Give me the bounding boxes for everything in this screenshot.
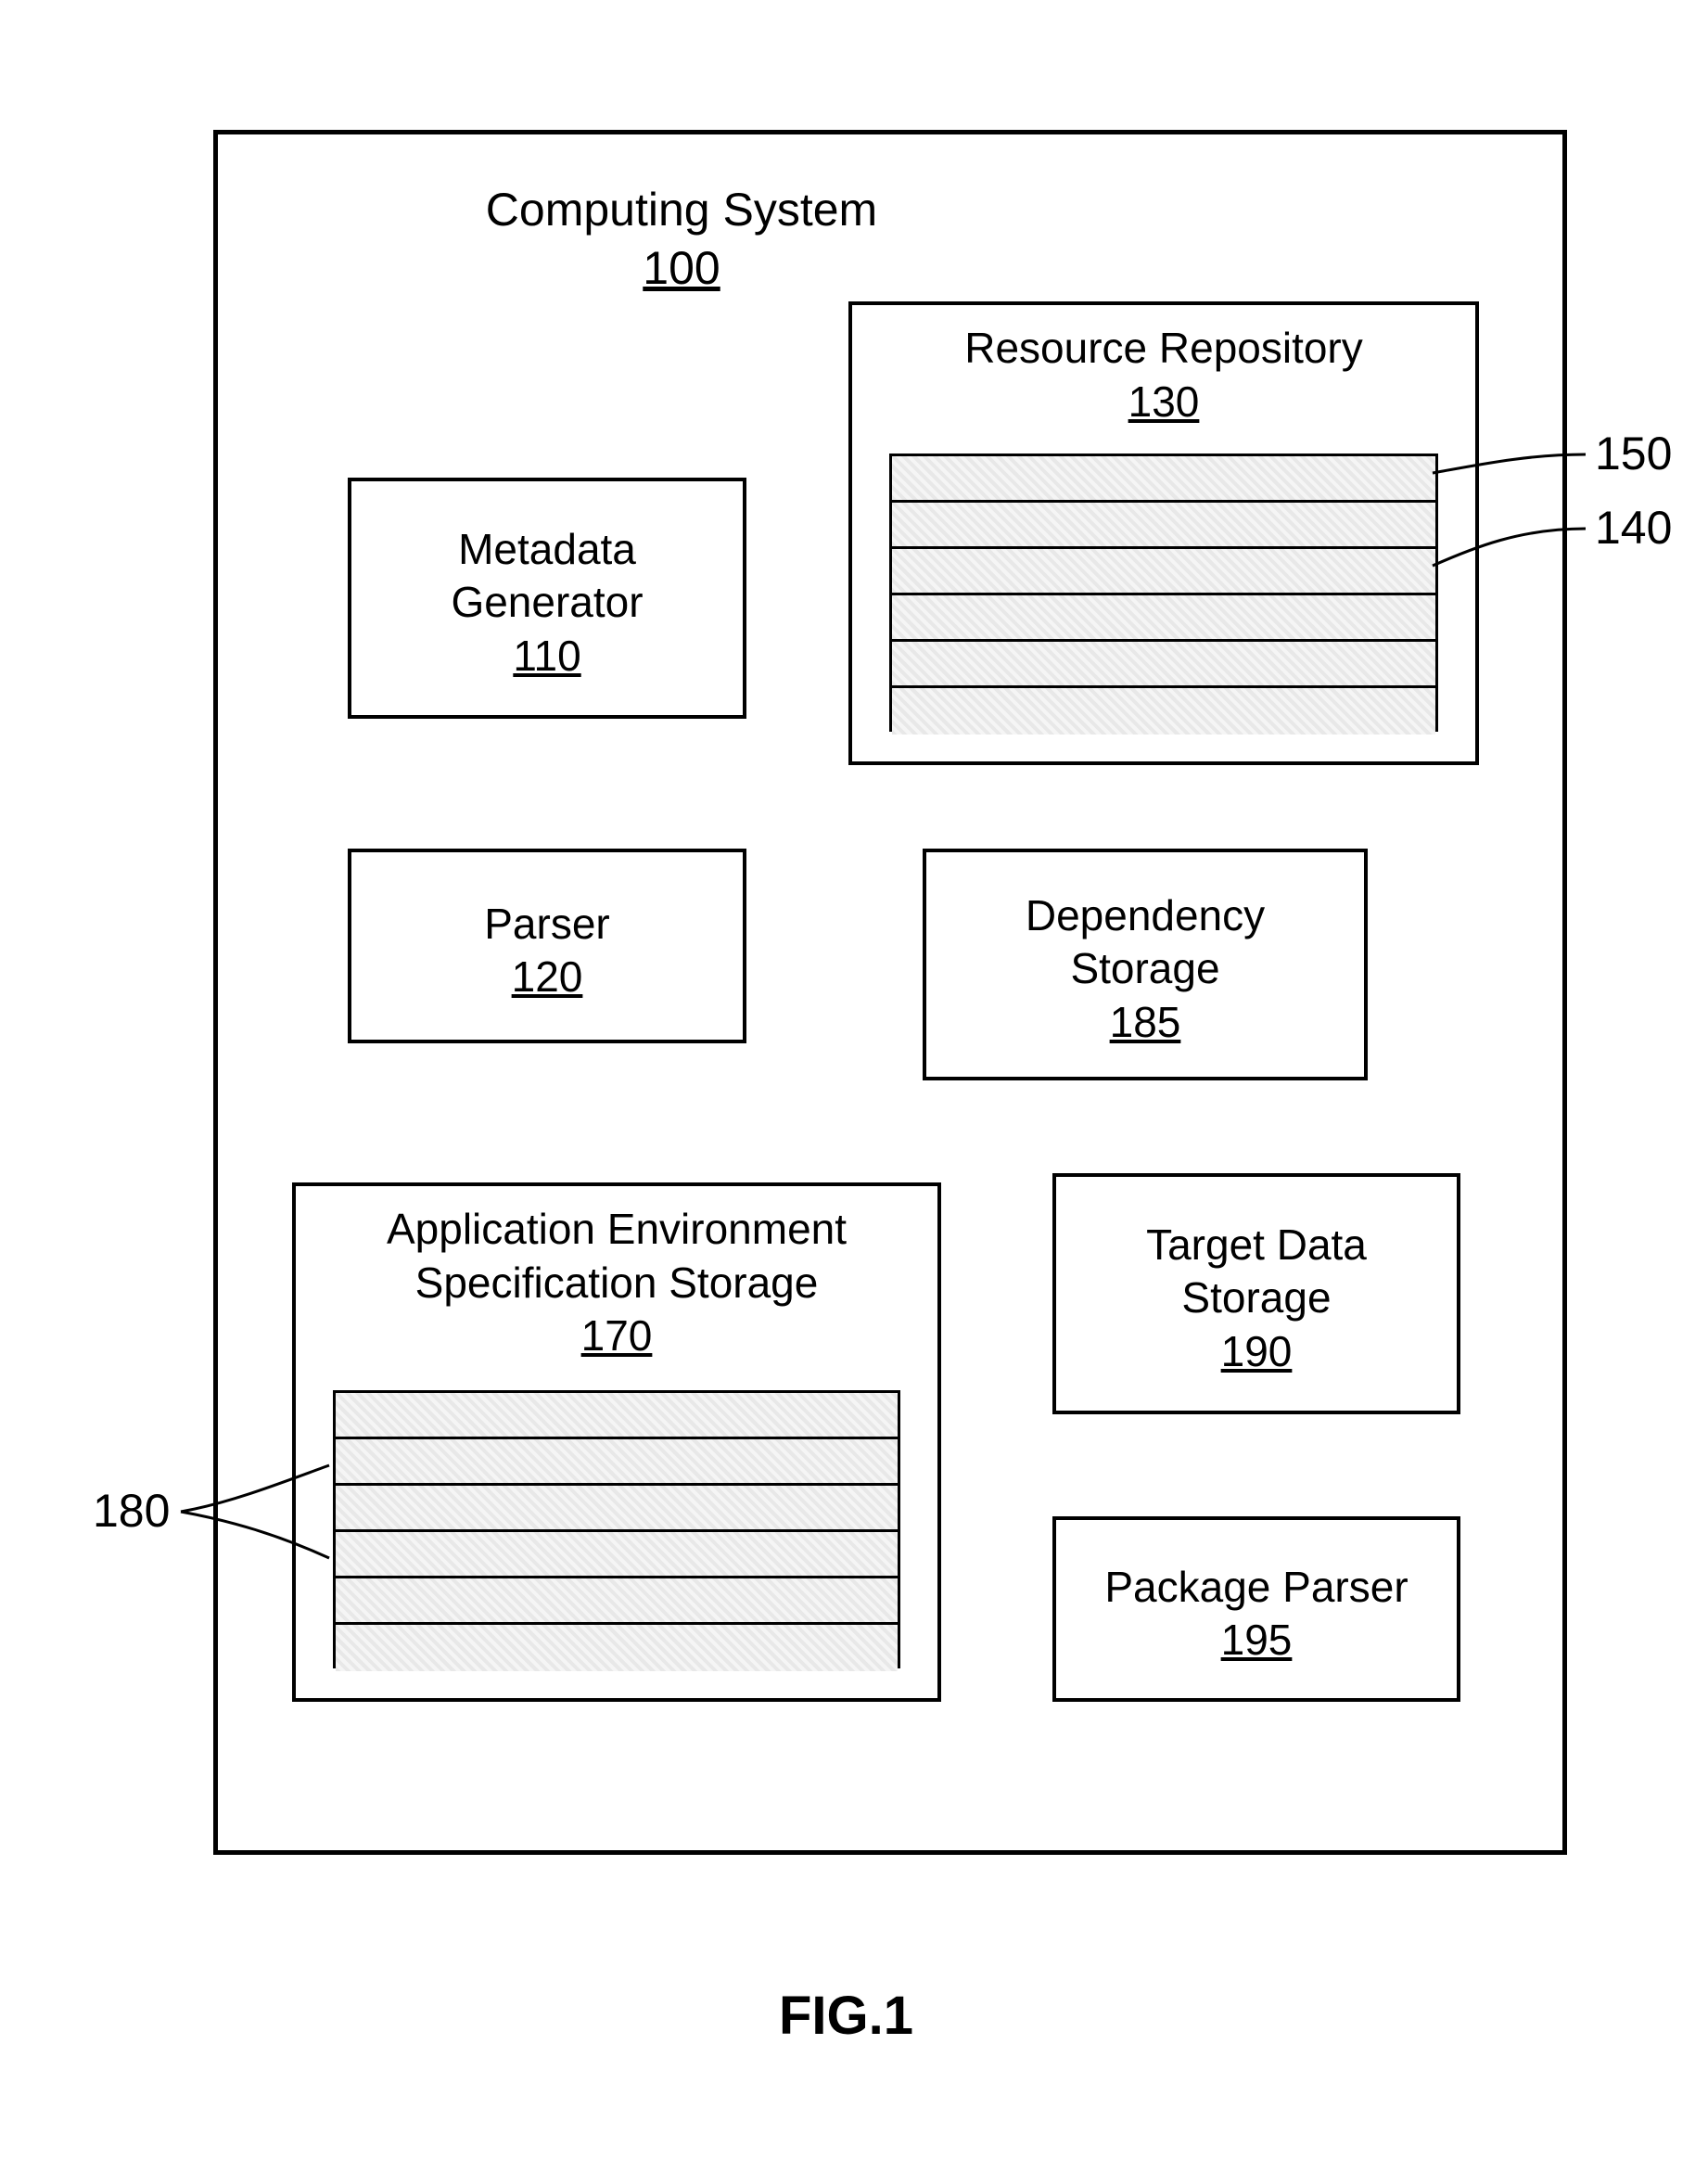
spec-row [336,1439,898,1486]
figure-caption: FIG.1 [779,1985,913,2047]
repo-row [892,549,1435,595]
app-env-spec-storage-label: Application Environment Specification St… [387,1186,847,1310]
resource-repository-ref: 130 [1128,376,1200,429]
package-parser-ref: 195 [1221,1614,1293,1667]
dependency-storage-label: Dependency Storage [1026,880,1265,996]
dependency-storage-box: Dependency Storage 185 [923,849,1368,1080]
spec-row [336,1578,898,1625]
spec-row [336,1532,898,1578]
dependency-storage-ref: 185 [1110,996,1181,1050]
package-parser-box: Package Parser 195 [1052,1516,1460,1702]
target-data-storage-box: Target Data Storage 190 [1052,1173,1460,1414]
target-data-storage-label: Target Data Storage [1146,1209,1367,1325]
repo-row [892,595,1435,642]
repo-row [892,456,1435,503]
spec-row [336,1393,898,1439]
metadata-generator-box: Metadata Generator 110 [348,478,746,719]
metadata-generator-ref: 110 [513,630,580,684]
app-env-spec-stack [333,1390,900,1668]
computing-system-box: Computing System 100 Metadata Generator … [213,130,1567,1855]
resource-repository-label: Resource Repository [964,305,1363,376]
spec-row [336,1625,898,1671]
callout-150: 150 [1595,427,1672,480]
resource-repository-stack [889,454,1438,732]
package-parser-label: Package Parser [1104,1552,1408,1615]
diagram-canvas: Computing System 100 Metadata Generator … [0,0,1708,2172]
parser-ref: 120 [512,951,583,1004]
resource-repository-box: Resource Repository 130 [848,301,1479,765]
repo-row [892,688,1435,735]
app-env-spec-storage-ref: 170 [581,1310,653,1363]
parser-box: Parser 120 [348,849,746,1043]
computing-system-ref: 100 [440,239,923,298]
target-data-storage-ref: 190 [1221,1325,1293,1379]
metadata-generator-label: Metadata Generator [451,514,643,630]
callout-140: 140 [1595,501,1672,555]
repo-row [892,503,1435,549]
spec-row [336,1486,898,1532]
computing-system-label: Computing System [440,181,923,239]
repo-row [892,642,1435,688]
app-env-spec-storage-box: Application Environment Specification St… [292,1182,941,1702]
callout-180: 180 [93,1484,170,1538]
parser-label: Parser [484,888,609,952]
computing-system-title: Computing System 100 [440,181,923,297]
